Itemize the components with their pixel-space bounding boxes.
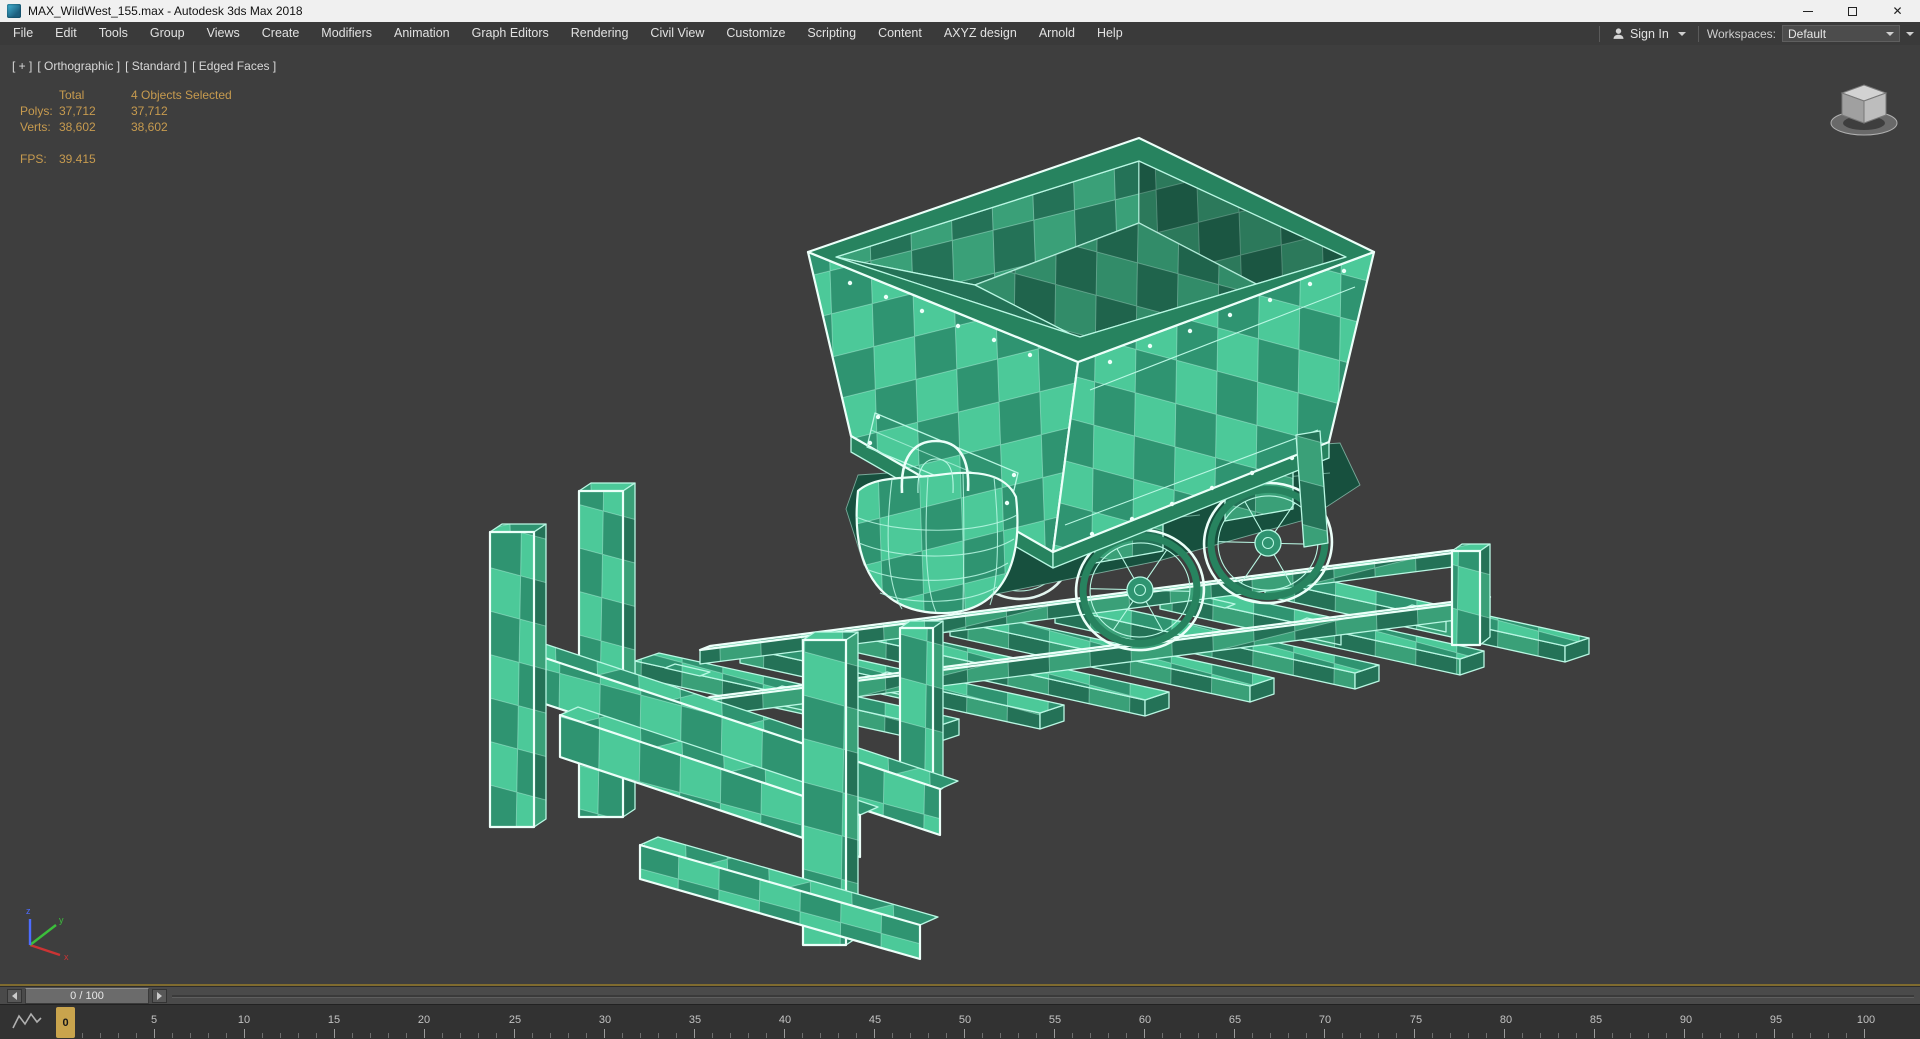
tick-label: 30 [598, 1014, 612, 1026]
polys-total: 37,712 [59, 104, 96, 118]
time-slider-handle[interactable]: 0 / 100 [25, 988, 149, 1004]
menu-animation[interactable]: Animation [383, 22, 461, 45]
next-frame-button[interactable] [152, 989, 167, 1003]
world-axis-tripod: x y z [26, 906, 69, 962]
timeline-ruler[interactable]: 0 5 10 15 20 25 30 35 40 45 50 55 60 65 … [0, 1004, 1920, 1039]
time-slider-track[interactable] [172, 995, 1914, 998]
separator [1598, 25, 1600, 42]
tick-label: 55 [1048, 1014, 1062, 1026]
menu-bar: File Edit Tools Group Views Create Modif… [0, 22, 1920, 45]
menu-file[interactable]: File [2, 22, 44, 45]
mini-curve-editor-button[interactable] [4, 1008, 44, 1037]
sign-in-button[interactable]: Sign In [1608, 27, 1690, 41]
person-icon [1613, 28, 1624, 39]
menu-create[interactable]: Create [251, 22, 311, 45]
menu-views[interactable]: Views [196, 22, 251, 45]
title-bar: MAX_WildWest_155.max - Autodesk 3ds Max … [0, 0, 1920, 22]
svg-text:z: z [26, 906, 31, 916]
toolbar-overflow-icon[interactable] [1906, 31, 1914, 36]
frame-post-front-left [488, 523, 547, 829]
main-menu: File Edit Tools Group Views Create Modif… [2, 22, 1134, 45]
time-slider-bar[interactable]: 0 / 100 [0, 986, 1920, 1004]
app-icon [7, 4, 21, 18]
separator [1697, 25, 1699, 42]
svg-text:y: y [59, 915, 64, 925]
x-axis [29, 943, 61, 957]
polys-selected: 37,712 [131, 104, 168, 118]
tick-label: 50 [958, 1014, 972, 1026]
viewport-orthographic[interactable]: [ + ] [ Orthographic ] [ Standard ] [ Ed… [0, 45, 1920, 984]
workspaces-label: Workspaces: [1706, 26, 1776, 41]
scene-canvas[interactable] [0, 45, 1920, 984]
menu-graph-editors[interactable]: Graph Editors [461, 22, 560, 45]
right-arrow-icon [157, 992, 162, 1000]
chevron-down-icon [1677, 31, 1686, 36]
menu-tools[interactable]: Tools [88, 22, 139, 45]
minimize-button[interactable] [1785, 0, 1830, 22]
tick-label: 45 [868, 1014, 882, 1026]
menu-scripting[interactable]: Scripting [796, 22, 867, 45]
menu-customize[interactable]: Customize [715, 22, 796, 45]
window-title: MAX_WildWest_155.max - Autodesk 3ds Max … [28, 4, 303, 18]
time-display: 0 / 100 [70, 990, 104, 1002]
viewport-menu-style[interactable]: [ Edged Faces ] [192, 59, 276, 73]
tick-label: 65 [1228, 1014, 1242, 1026]
menu-group[interactable]: Group [139, 22, 196, 45]
verts-selected: 38,602 [131, 120, 168, 134]
track-end-post [1450, 543, 1491, 647]
chevron-down-icon [1886, 31, 1894, 36]
tick-label: 60 [1138, 1014, 1152, 1026]
tick-label: 95 [1769, 1014, 1783, 1026]
tick-label: 80 [1499, 1014, 1513, 1026]
svg-text:x: x [64, 952, 69, 962]
ruler-ticks [64, 1029, 1867, 1038]
menu-civil-view[interactable]: Civil View [639, 22, 715, 45]
viewport-menu-pov[interactable]: [ Orthographic ] [37, 59, 120, 73]
previous-frame-button[interactable] [7, 989, 22, 1003]
stats-total-header: Total [59, 88, 85, 102]
viewport-menu-general[interactable]: [ + ] [12, 59, 32, 73]
menu-edit[interactable]: Edit [44, 22, 88, 45]
tick-label: 70 [1318, 1014, 1332, 1026]
tick-label: 85 [1589, 1014, 1603, 1026]
tick-label: 75 [1409, 1014, 1423, 1026]
tick-label: 5 [150, 1014, 158, 1026]
y-axis [29, 924, 57, 946]
tick-label: 35 [688, 1014, 702, 1026]
menu-modifiers[interactable]: Modifiers [310, 22, 383, 45]
stats-selected-header: 4 Objects Selected [131, 88, 232, 102]
current-frame-value: 0 [62, 1016, 69, 1029]
polys-label: Polys: [20, 104, 53, 118]
menu-help[interactable]: Help [1086, 22, 1134, 45]
left-arrow-icon [12, 992, 17, 1000]
curve-icon [12, 1012, 42, 1029]
verts-label: Verts: [20, 120, 51, 134]
viewport-menu-shading[interactable]: [ Standard ] [125, 59, 187, 73]
menu-content[interactable]: Content [867, 22, 933, 45]
fps-value: 39.415 [59, 152, 96, 166]
tick-label: 100 [1856, 1014, 1876, 1026]
maximize-button[interactable] [1830, 0, 1875, 22]
mine-cart-object[interactable] [806, 136, 1376, 658]
tick-label: 25 [508, 1014, 522, 1026]
fps-label: FPS: [20, 152, 47, 166]
frame-base-beam [638, 836, 939, 961]
tick-label: 10 [237, 1014, 251, 1026]
menu-axyz-design[interactable]: AXYZ design [933, 22, 1028, 45]
close-button[interactable]: ✕ [1875, 0, 1920, 22]
workspace-dropdown[interactable]: Default [1782, 25, 1900, 42]
current-frame-marker[interactable]: 0 [56, 1007, 75, 1038]
sign-in-label: Sign In [1629, 26, 1669, 41]
tick-label: 90 [1679, 1014, 1693, 1026]
view-cube[interactable] [1828, 77, 1900, 147]
tick-label: 40 [778, 1014, 792, 1026]
workspace-value: Default [1788, 26, 1827, 41]
menu-rendering[interactable]: Rendering [560, 22, 640, 45]
viewport-label: [ + ] [ Orthographic ] [ Standard ] [ Ed… [12, 59, 276, 73]
menu-arnold[interactable]: Arnold [1028, 22, 1086, 45]
tick-label: 15 [327, 1014, 341, 1026]
tick-label: 20 [417, 1014, 431, 1026]
verts-total: 38,602 [59, 120, 96, 134]
